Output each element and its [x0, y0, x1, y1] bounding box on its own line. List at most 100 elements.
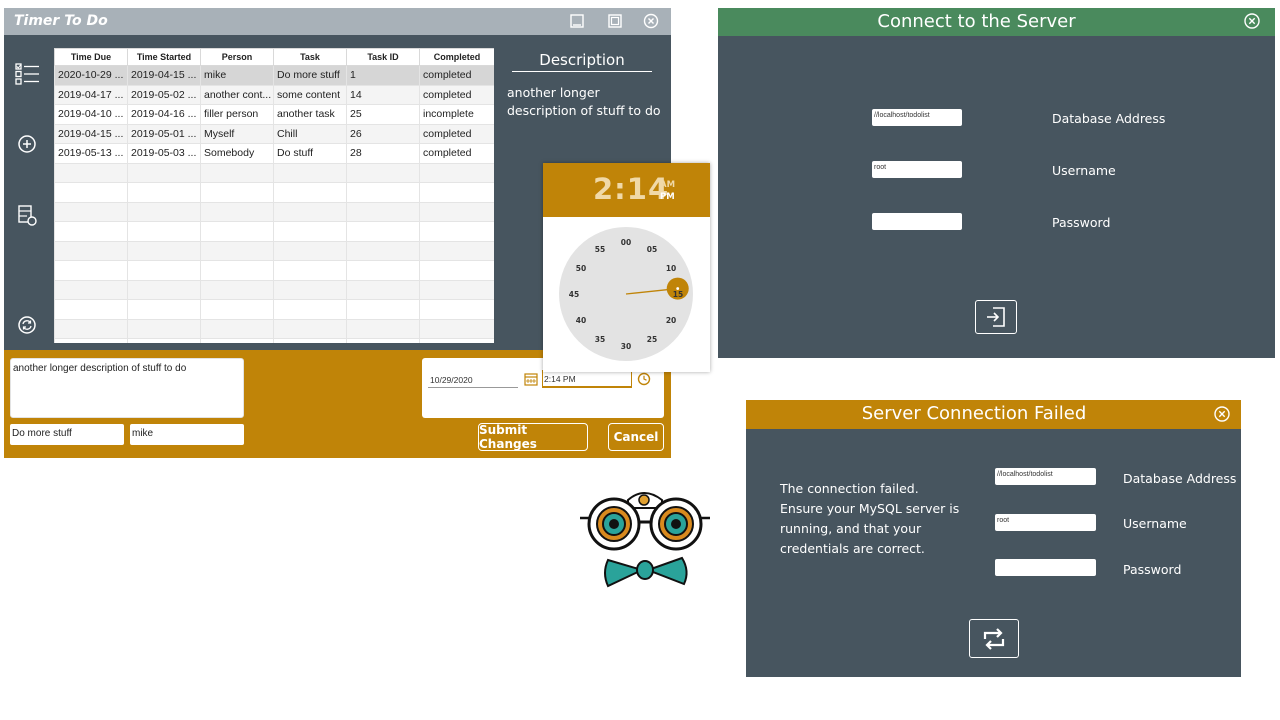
table-cell: [346, 260, 420, 281]
refresh-circle-icon[interactable]: [12, 310, 42, 340]
clock-minute-label[interactable]: 55: [595, 245, 605, 254]
table-cell: [127, 299, 201, 320]
empty-table-row: [54, 221, 494, 242]
close-icon[interactable]: [1213, 405, 1231, 423]
table-cell: completed: [419, 84, 494, 105]
table-cell: [346, 338, 420, 343]
clock-minute-label[interactable]: 20: [666, 316, 676, 325]
clock-minute-label[interactable]: 15: [673, 290, 683, 299]
table-cell: 28: [346, 143, 420, 164]
password-input[interactable]: [872, 213, 962, 230]
task-input[interactable]: Do more stuff: [10, 424, 124, 445]
clock-minute-label[interactable]: 50: [576, 264, 586, 273]
clock-minute-label[interactable]: 45: [569, 290, 579, 299]
empty-table-row: [54, 299, 494, 320]
table-cell: [54, 260, 128, 281]
time-picker-time[interactable]: 2:14: [593, 172, 669, 206]
date-input[interactable]: 10/29/2020: [428, 372, 518, 388]
connect-title-bar: Connect to the Server: [718, 8, 1275, 36]
time-input[interactable]: 2:14 PM: [542, 370, 632, 388]
person-input[interactable]: mike: [130, 424, 244, 445]
clock-face[interactable]: 00 05 10 15 20 25 30 35 40 45 50 55: [559, 227, 693, 361]
table-cell: 2019-04-15 ...: [127, 65, 201, 86]
database-address-input[interactable]: //localhost/todolist: [995, 468, 1096, 485]
database-address-input[interactable]: //localhost/todolist: [872, 109, 962, 126]
connect-button[interactable]: [975, 300, 1017, 334]
column-header[interactable]: Completed: [419, 48, 494, 66]
table-row[interactable]: 2019-04-17 ... 2019-05-02 ... another cont…: [54, 84, 494, 105]
column-header[interactable]: Task: [273, 48, 347, 66]
connect-window: Connect to the Server //localhost/todoli…: [718, 8, 1275, 358]
table-cell: another task: [273, 104, 347, 125]
close-icon[interactable]: [642, 12, 660, 30]
clock-minute-label[interactable]: 40: [576, 316, 586, 325]
table-row[interactable]: 2020-10-29 ... 2019-04-15 ... mike Do more …: [54, 65, 494, 86]
table-cell: 2019-05-13 ...: [54, 143, 128, 164]
clock-minute-label[interactable]: 30: [621, 342, 631, 351]
table-cell: Somebody: [200, 143, 274, 164]
column-header[interactable]: Task ID: [346, 48, 420, 66]
table-cell: 2019-04-15 ...: [54, 123, 128, 144]
empty-table-row: [54, 240, 494, 261]
maximize-icon[interactable]: [606, 12, 624, 30]
add-circle-icon[interactable]: [12, 129, 42, 159]
table-cell: [273, 240, 347, 261]
am-toggle[interactable]: AM: [660, 180, 675, 190]
minimize-icon[interactable]: [568, 12, 586, 30]
clock-minute-label[interactable]: 00: [621, 238, 631, 247]
time-picker-header: 2:14 AM PM: [543, 163, 710, 217]
table-cell: [273, 221, 347, 242]
table-cell: [273, 318, 347, 339]
username-input[interactable]: root: [995, 514, 1096, 531]
calendar-icon[interactable]: [524, 371, 538, 386]
table-cell: another cont...: [200, 84, 274, 105]
password-label: Password: [1123, 562, 1182, 577]
table-cell: [200, 240, 274, 261]
table-cell: [346, 240, 420, 261]
table-row[interactable]: 2019-04-10 ... 2019-04-16 ... filler perso…: [54, 104, 494, 125]
table-cell: [200, 162, 274, 183]
column-header[interactable]: Time Started: [127, 48, 201, 66]
clock-minute-label[interactable]: 10: [666, 264, 676, 273]
table-cell: 2019-04-10 ...: [54, 104, 128, 125]
table-cell: [273, 279, 347, 300]
task-table: Time Due Time Started Person Task Task ID Com…: [54, 48, 494, 343]
column-header[interactable]: Person: [200, 48, 274, 66]
table-cell: [54, 240, 128, 261]
cancel-button[interactable]: Cancel: [608, 423, 664, 451]
table-cell: [127, 279, 201, 300]
connect-title: Connect to the Server: [877, 11, 1076, 32]
pm-toggle[interactable]: PM: [660, 192, 675, 202]
clock-minute-label[interactable]: 05: [647, 245, 657, 254]
clock-icon[interactable]: [637, 371, 651, 386]
table-cell: filler person: [200, 104, 274, 125]
password-input[interactable]: [995, 559, 1096, 576]
task-list-icon[interactable]: [12, 59, 42, 89]
table-cell: [127, 182, 201, 203]
clock-minute-label[interactable]: 35: [595, 335, 605, 344]
table-cell: [54, 318, 128, 339]
table-row[interactable]: 2019-04-15 ... 2019-05-01 ... Myself Chill 2…: [54, 123, 494, 144]
time-picker-popup: 2:14 AM PM 00 05 10 15 20 25 30 35 40 45 50 55: [543, 163, 710, 372]
table-cell: [54, 162, 128, 183]
submit-changes-button[interactable]: Submit Changes: [478, 423, 588, 451]
table-cell: 14: [346, 84, 420, 105]
table-cell: [200, 279, 274, 300]
table-cell: [200, 260, 274, 281]
description-input[interactable]: another longer description of stuff to d…: [10, 358, 244, 418]
password-label: Password: [1052, 215, 1111, 230]
clock-minute-label[interactable]: 25: [647, 335, 657, 344]
username-input[interactable]: root: [872, 161, 962, 178]
window-title: Timer To Do: [14, 13, 108, 29]
table-cell: [346, 299, 420, 320]
table-cell: mike: [200, 65, 274, 86]
close-icon[interactable]: [1243, 12, 1261, 30]
empty-table-row: [54, 182, 494, 203]
retry-button[interactable]: [969, 619, 1019, 658]
table-row[interactable]: 2019-05-13 ... 2019-05-03 ... Somebody Do s…: [54, 143, 494, 164]
column-header[interactable]: Time Due: [54, 48, 128, 66]
table-cell: [346, 318, 420, 339]
table-cell: Do more stuff: [273, 65, 347, 86]
database-settings-icon[interactable]: [12, 200, 42, 230]
empty-table-row: [54, 338, 494, 343]
